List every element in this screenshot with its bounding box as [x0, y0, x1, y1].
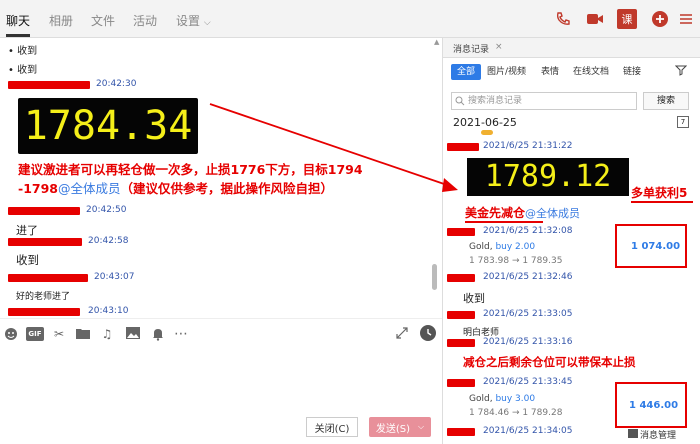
annotation-arrow	[209, 103, 458, 192]
app-window: 聊天 相册 文件 活动 设置 ⌵ 课 • 收到 • 收到 20:42:30 17…	[0, 0, 700, 444]
